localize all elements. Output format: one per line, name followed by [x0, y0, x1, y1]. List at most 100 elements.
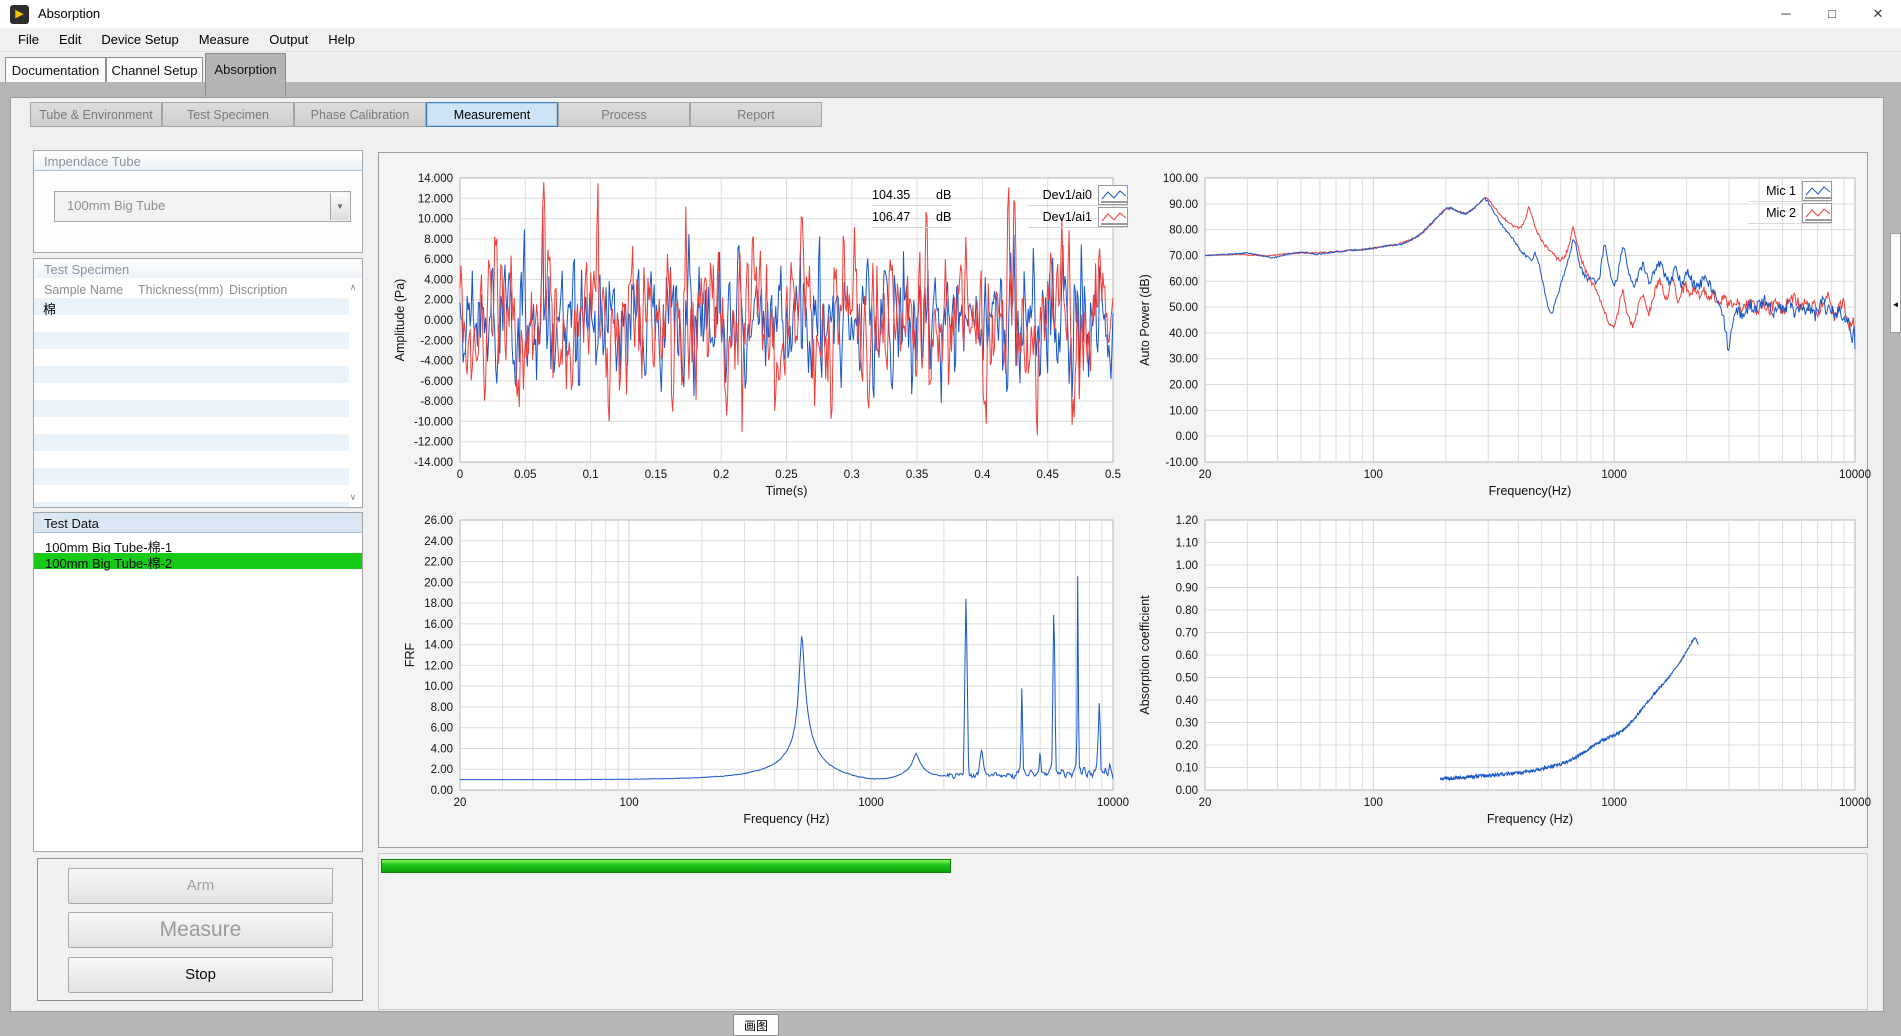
- svg-text:6.000: 6.000: [424, 254, 453, 266]
- svg-text:0.3: 0.3: [844, 469, 860, 481]
- list-item-test-data-1[interactable]: 100mm Big Tube-棉-1: [34, 537, 362, 553]
- svg-text:10000: 10000: [1839, 797, 1871, 809]
- paint-window-tab[interactable]: 画图: [733, 1014, 779, 1036]
- test-data-list: [33, 533, 363, 852]
- svg-text:0.2: 0.2: [713, 469, 729, 481]
- svg-text:Absorption coefficient: Absorption coefficient: [1138, 595, 1152, 715]
- menu-measure[interactable]: Measure: [189, 28, 260, 51]
- legend-row-dev1ai0[interactable]: Dev1/ai0: [1028, 184, 1128, 206]
- legend-label-dev1ai1: Dev1/ai1: [1028, 210, 1092, 224]
- svg-text:-8.000: -8.000: [420, 396, 453, 408]
- svg-text:0.50: 0.50: [1176, 673, 1198, 685]
- svg-text:20.00: 20.00: [424, 577, 453, 589]
- readout-value-ai0: 104.35: [872, 188, 924, 202]
- tab-channel-setup[interactable]: Channel Setup: [106, 57, 203, 82]
- svg-text:10.00: 10.00: [1169, 405, 1198, 417]
- svg-text:0.45: 0.45: [1037, 469, 1059, 481]
- arm-button[interactable]: Arm: [68, 868, 333, 904]
- legend-row-dev1ai1[interactable]: Dev1/ai1: [1028, 206, 1128, 228]
- svg-text:14.000: 14.000: [418, 173, 453, 185]
- window-title: Absorption: [38, 6, 100, 21]
- svg-text:1.20: 1.20: [1176, 515, 1198, 527]
- svg-text:8.00: 8.00: [431, 702, 453, 714]
- svg-text:1.00: 1.00: [1176, 560, 1198, 572]
- menu-output[interactable]: Output: [259, 28, 318, 51]
- title-bar: ▶ Absorption ─ □ ✕: [0, 0, 1901, 28]
- subtab-phase-calibration[interactable]: Phase Calibration: [294, 102, 426, 127]
- menu-edit[interactable]: Edit: [49, 28, 91, 51]
- svg-text:-4.000: -4.000: [420, 356, 453, 368]
- legend-row-mic2[interactable]: Mic 2: [1748, 202, 1832, 224]
- subtab-tube-environment[interactable]: Tube & Environment: [30, 102, 162, 127]
- absorption-plot: 0.000.100.200.300.400.500.600.700.800.90…: [1135, 507, 1875, 841]
- tab-documentation[interactable]: Documentation: [5, 57, 106, 82]
- svg-text:20: 20: [1199, 797, 1212, 809]
- svg-text:0.70: 0.70: [1176, 628, 1198, 640]
- frf-chart[interactable]: 0.002.004.006.008.0010.0012.0014.0016.00…: [388, 507, 1165, 841]
- svg-text:0.40: 0.40: [1176, 695, 1198, 707]
- svg-text:0.1: 0.1: [583, 469, 599, 481]
- legend-row-mic1[interactable]: Mic 1: [1748, 180, 1832, 202]
- test-specimen-header: Test Specimen: [33, 258, 363, 279]
- table-row-sample-name[interactable]: 棉: [43, 299, 56, 318]
- absorption-chart[interactable]: 0.000.100.200.300.400.500.600.700.800.90…: [1135, 507, 1875, 841]
- svg-text:90.00: 90.00: [1169, 199, 1198, 211]
- svg-text:1000: 1000: [1601, 797, 1627, 809]
- svg-text:16.00: 16.00: [424, 619, 453, 631]
- svg-text:2.00: 2.00: [431, 764, 453, 776]
- subtab-process[interactable]: Process: [558, 102, 690, 127]
- svg-text:0.10: 0.10: [1176, 763, 1198, 775]
- menu-device-setup[interactable]: Device Setup: [91, 28, 188, 51]
- svg-text:60.00: 60.00: [1169, 276, 1198, 288]
- svg-text:Auto Power (dB): Auto Power (dB): [1138, 274, 1152, 366]
- legend-label-mic2: Mic 2: [1748, 206, 1796, 220]
- measure-button[interactable]: Measure: [68, 912, 333, 948]
- stop-button[interactable]: Stop: [68, 957, 333, 993]
- panel-collapse-handle[interactable]: ◄: [1890, 233, 1901, 333]
- svg-text:20: 20: [1199, 469, 1212, 481]
- app-window: { "window": { "title": "Absorption", "co…: [0, 0, 1901, 1028]
- chevron-down-icon[interactable]: ▼: [330, 193, 349, 220]
- svg-text:0.000: 0.000: [424, 315, 453, 327]
- frf-plot: 0.002.004.006.008.0010.0012.0014.0016.00…: [388, 507, 1165, 841]
- maximize-button[interactable]: □: [1809, 0, 1855, 28]
- tab-absorption[interactable]: Absorption: [205, 53, 286, 97]
- svg-text:4.000: 4.000: [424, 274, 453, 286]
- svg-text:18.00: 18.00: [424, 598, 453, 610]
- readout-row-ai1: 106.47 dB: [872, 206, 951, 228]
- legend-label-mic1: Mic 1: [1748, 184, 1796, 198]
- svg-text:-10.00: -10.00: [1165, 457, 1198, 469]
- readout-unit-ai1: dB: [936, 210, 951, 224]
- subtab-measurement[interactable]: Measurement: [426, 102, 558, 127]
- svg-text:Frequency (Hz): Frequency (Hz): [1487, 812, 1573, 826]
- svg-text:50.00: 50.00: [1169, 302, 1198, 314]
- svg-text:100: 100: [620, 797, 639, 809]
- svg-text:0.90: 0.90: [1176, 583, 1198, 595]
- impedance-tube-dropdown[interactable]: 100mm Big Tube ▼: [54, 191, 351, 222]
- subtab-report[interactable]: Report: [690, 102, 822, 127]
- menu-bar: File Edit Device Setup Measure Output He…: [0, 28, 1901, 52]
- svg-text:100: 100: [1364, 797, 1383, 809]
- svg-text:FRF: FRF: [403, 642, 417, 667]
- svg-text:-14.000: -14.000: [414, 457, 453, 469]
- svg-text:70.00: 70.00: [1169, 250, 1198, 262]
- scroll-up-icon[interactable]: ∧: [346, 282, 360, 293]
- list-item-test-data-2[interactable]: 100mm Big Tube-棉-2: [34, 553, 362, 569]
- svg-text:1000: 1000: [1601, 469, 1627, 481]
- menu-file[interactable]: File: [8, 28, 49, 51]
- svg-text:4.00: 4.00: [431, 743, 453, 755]
- menu-help[interactable]: Help: [318, 28, 365, 51]
- column-sample-name: Sample Name: [44, 283, 123, 297]
- svg-text:12.00: 12.00: [424, 660, 453, 672]
- svg-text:40.00: 40.00: [1169, 328, 1198, 340]
- svg-text:1.10: 1.10: [1176, 538, 1198, 550]
- svg-text:2.000: 2.000: [424, 295, 453, 307]
- svg-text:0.15: 0.15: [645, 469, 667, 481]
- subtab-test-specimen[interactable]: Test Specimen: [162, 102, 294, 127]
- scroll-down-icon[interactable]: ∨: [346, 492, 360, 503]
- readout-unit-ai0: dB: [936, 188, 951, 202]
- svg-text:10000: 10000: [1097, 797, 1129, 809]
- svg-text:0.80: 0.80: [1176, 605, 1198, 617]
- close-button[interactable]: ✕: [1855, 0, 1901, 28]
- minimize-button[interactable]: ─: [1763, 0, 1809, 28]
